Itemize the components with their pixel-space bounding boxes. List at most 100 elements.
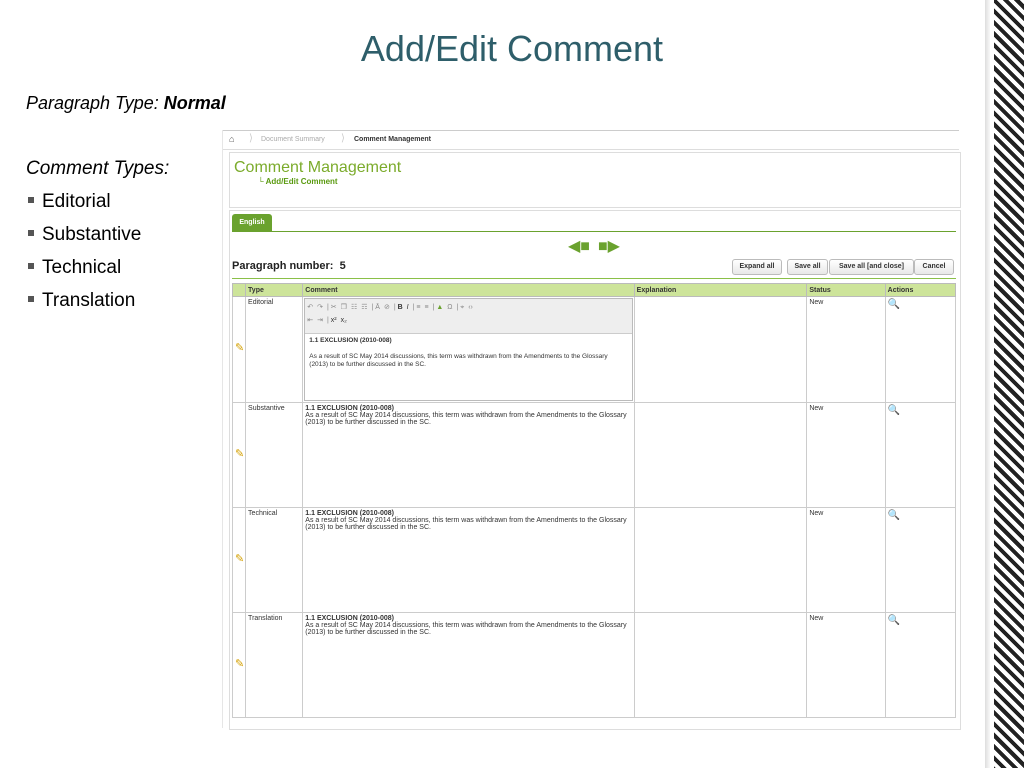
comment-editor-cell: ↶ ↷ | ✂ ❐ ☷ ☶ | Ā ⊘ | B I | ≡ ≡ | ▲ Ω | ⌖ ‹› ⇤ ⇥ | x² x₂ 1…: [302, 296, 635, 403]
explanation-cell[interactable]: [633, 612, 808, 718]
status-value: New: [806, 296, 886, 403]
maximize-icon[interactable]: ⌖: [460, 301, 464, 314]
pencil-icon[interactable]: ✎: [235, 447, 244, 460]
list-item: Substantive: [26, 223, 141, 256]
expand-all-button[interactable]: Expand all: [732, 259, 782, 275]
table-row: ✎ Substantive 1.1 EXCLUSION (2010-008) A…: [231, 402, 957, 508]
superscript-icon[interactable]: x²: [331, 314, 337, 327]
list-item: Technical: [26, 256, 141, 289]
paragraph-number-value: 5: [339, 260, 346, 272]
save-all-button[interactable]: Save all: [787, 259, 828, 275]
column-header-type: Type: [245, 283, 304, 297]
copy-icon[interactable]: ❐: [341, 301, 347, 314]
page-header: Comment Management Add/Edit Comment: [229, 152, 961, 208]
pencil-icon[interactable]: ✎: [235, 552, 244, 565]
paste-text-icon[interactable]: ☶: [361, 301, 367, 314]
comment-title: 1.1 EXCLUSION (2010-008): [305, 510, 394, 517]
slide-decoration-strip: [990, 0, 1024, 768]
app-screenshot: ⌂ ⟩ Document Summary ⟩ Comment Managemen…: [222, 130, 961, 730]
cut-icon[interactable]: ✂: [331, 301, 337, 314]
numbered-list-icon[interactable]: ≡: [424, 301, 428, 314]
magnifier-icon[interactable]: 🔍: [888, 615, 900, 626]
column-header-status: Status: [806, 283, 886, 297]
bold-icon[interactable]: B: [398, 301, 403, 314]
pencil-icon[interactable]: ✎: [235, 657, 244, 670]
chevron-right-icon: ⟩: [341, 133, 345, 144]
comment-title: 1.1 EXCLUSION (2010-008): [305, 405, 394, 412]
page-subtitle: Add/Edit Comment: [258, 177, 338, 186]
home-icon[interactable]: ⌂: [229, 134, 234, 144]
editor-toolbar: ↶ ↷ | ✂ ❐ ☷ ☶ | Ā ⊘ | B I | ≡ ≡ | ▲ Ω | ⌖ ‹› ⇤ ⇥ | x² x₂: [305, 299, 632, 334]
comment-title: 1.1 EXCLUSION (2010-008): [305, 615, 394, 622]
explanation-cell[interactable]: [633, 402, 808, 508]
main-panel: English ◀■ ■▶ Paragraph number: 5 Expand…: [229, 210, 961, 730]
html-source-icon[interactable]: ‹›: [468, 301, 473, 314]
indent-icon[interactable]: ⇥: [317, 314, 323, 327]
undo-icon[interactable]: ↶: [307, 301, 313, 314]
paste-icon[interactable]: ☷: [351, 301, 357, 314]
breadcrumb-item-document-summary[interactable]: Document Summary: [261, 136, 325, 143]
omega-icon[interactable]: Ω: [447, 301, 452, 314]
table-row: ✎ Editorial ↶ ↷ | ✂ ❐ ☷ ☶ | Ā ⊘ | B I | ≡ ≡ | ▲ Ω | ⌖ ‹…: [231, 296, 957, 403]
comment-cell[interactable]: 1.1 EXCLUSION (2010-008) As a result of …: [302, 507, 635, 613]
status-value: New: [806, 507, 886, 613]
comment-cell[interactable]: 1.1 EXCLUSION (2010-008) As a result of …: [302, 612, 635, 718]
paragraph-number: Paragraph number: 5: [232, 260, 346, 272]
column-header-actions: Actions: [884, 283, 957, 297]
pencil-icon[interactable]: ✎: [235, 341, 244, 354]
table-header-row: Type Comment Explanation Status Actions: [231, 283, 957, 297]
page-title: Comment Management: [234, 159, 402, 176]
table-row: ✎ Technical 1.1 EXCLUSION (2010-008) As …: [231, 507, 957, 613]
comment-text: As a result of SC May 2014 discussions, …: [305, 622, 627, 636]
redo-icon[interactable]: ↷: [317, 301, 323, 314]
paragraph-type-value: Normal: [163, 93, 226, 113]
column-header-explanation: Explanation: [633, 283, 808, 297]
arrow-right-icon[interactable]: ■▶: [598, 239, 620, 255]
rich-text-editor[interactable]: ↶ ↷ | ✂ ❐ ☷ ☶ | Ā ⊘ | B I | ≡ ≡ | ▲ Ω | ⌖ ‹› ⇤ ⇥ | x² x₂ 1…: [304, 298, 633, 401]
comment-text: As a result of SC May 2014 discussions, …: [305, 517, 627, 531]
italic-icon[interactable]: I: [407, 301, 409, 314]
paragraph-type-label: Paragraph Type:: [26, 93, 164, 113]
list-item: Editorial: [26, 190, 141, 223]
bullet-icon: [28, 296, 34, 303]
explanation-cell[interactable]: [633, 296, 808, 403]
breadcrumb-item-comment-management: Comment Management: [354, 136, 432, 143]
explanation-cell[interactable]: [633, 507, 808, 613]
comment-types-label: Comment Types:: [26, 158, 170, 179]
image-icon[interactable]: ▲: [436, 301, 443, 314]
cancel-button[interactable]: Cancel: [914, 259, 954, 275]
status-value: New: [806, 402, 886, 508]
strikethrough-icon[interactable]: Ā: [375, 301, 380, 314]
comment-types-list: Editorial Substantive Technical Translat…: [26, 190, 141, 322]
table-row: ✎ Translation 1.1 EXCLUSION (2010-008) A…: [231, 612, 957, 718]
outdent-icon[interactable]: ⇤: [307, 314, 313, 327]
paragraph-type: Paragraph Type: Normal: [26, 93, 226, 114]
eraser-icon[interactable]: ⊘: [384, 301, 390, 314]
comment-cell[interactable]: 1.1 EXCLUSION (2010-008) As a result of …: [302, 402, 635, 508]
divider: [232, 278, 956, 279]
status-value: New: [806, 612, 886, 718]
chevron-right-icon: ⟩: [249, 133, 253, 144]
magnifier-icon[interactable]: 🔍: [888, 405, 900, 416]
paragraph-number-label: Paragraph number:: [232, 260, 334, 272]
arrow-left-icon[interactable]: ◀■: [568, 239, 590, 255]
breadcrumb: ⌂ ⟩ Document Summary ⟩ Comment Managemen…: [223, 130, 959, 150]
editor-content[interactable]: 1.1 EXCLUSION (2010-008) As a result of …: [305, 334, 631, 372]
bullet-icon: [28, 197, 34, 204]
subscript-icon[interactable]: x₂: [341, 314, 347, 327]
comments-table: Type Comment Explanation Status Actions …: [231, 283, 957, 718]
comment-type: Substantive: [245, 402, 304, 508]
bulleted-list-icon[interactable]: ≡: [416, 301, 420, 314]
comment-text: As a result of SC May 2014 discussions, …: [309, 353, 608, 368]
comment-title: 1.1 EXCLUSION (2010-008): [309, 337, 392, 344]
column-header-comment: Comment: [302, 283, 635, 297]
tab-underline: [232, 231, 956, 232]
comment-text: As a result of SC May 2014 discussions, …: [305, 412, 627, 426]
magnifier-icon[interactable]: 🔍: [888, 299, 900, 310]
magnifier-icon[interactable]: 🔍: [888, 510, 900, 521]
tab-english[interactable]: English: [232, 214, 272, 231]
comment-type: Technical: [245, 507, 304, 613]
slide-title: Add/Edit Comment: [360, 28, 664, 69]
save-all-close-button[interactable]: Save all [and close]: [829, 259, 914, 275]
comment-type: Editorial: [245, 296, 304, 403]
